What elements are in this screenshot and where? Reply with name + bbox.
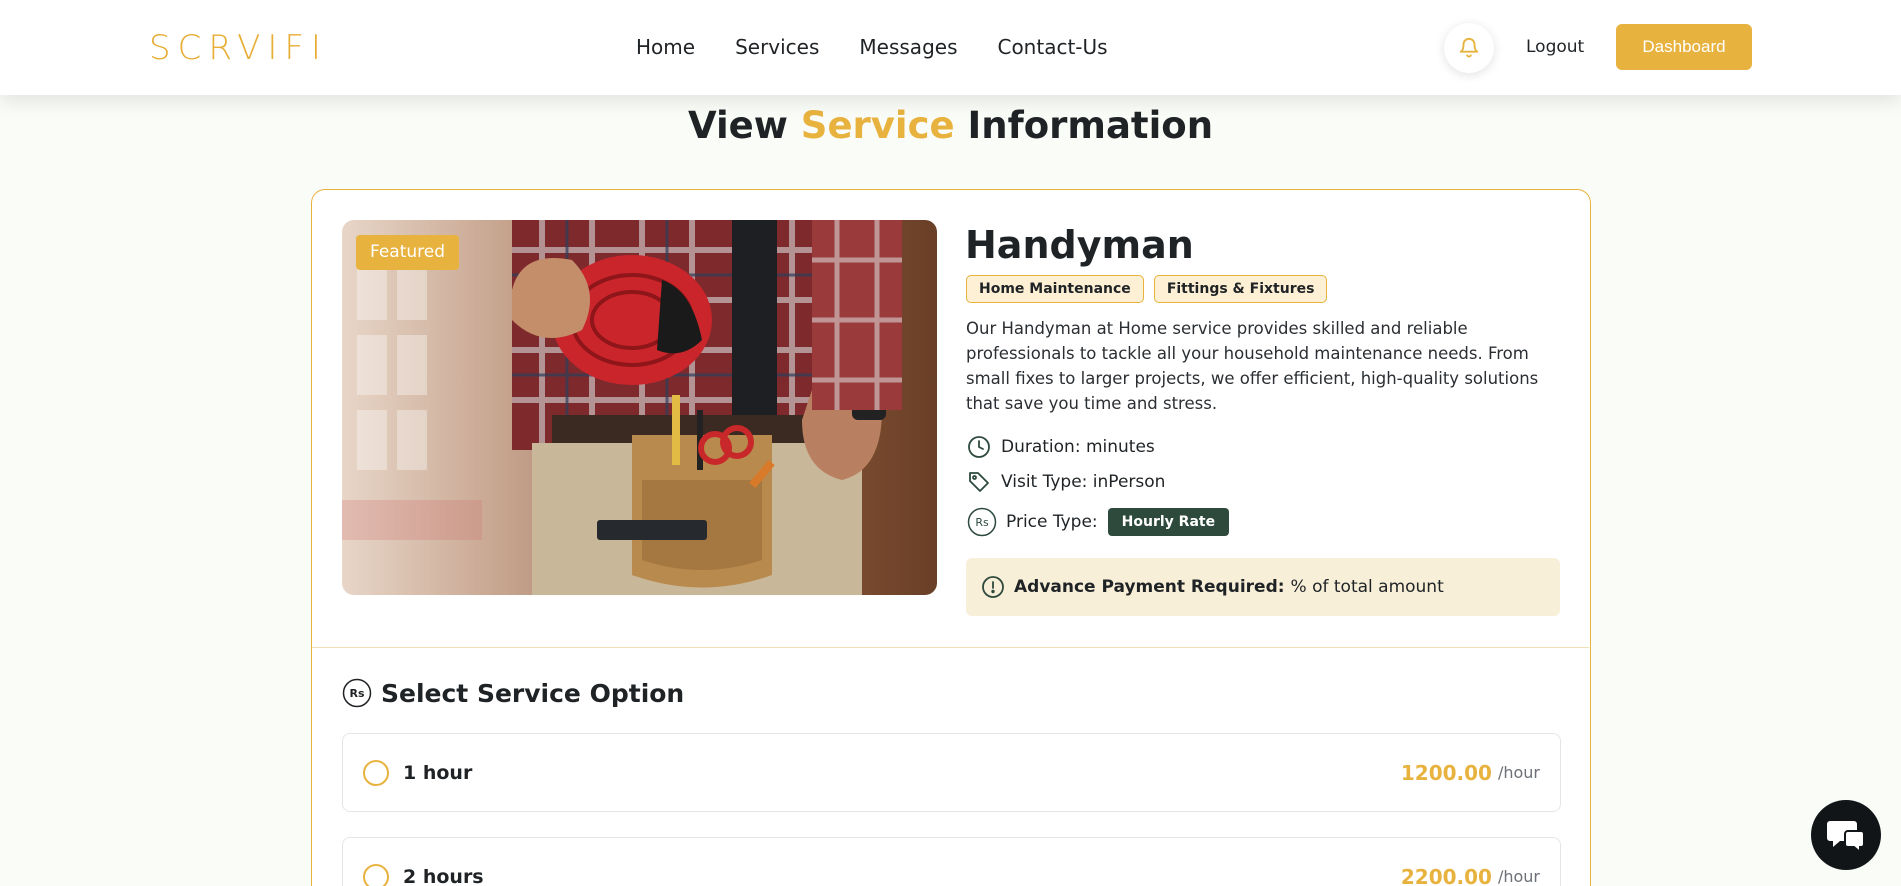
advance-payment-text: % of total amount (1290, 577, 1444, 597)
dashboard-button[interactable]: Dashboard (1616, 24, 1752, 70)
option-price: 1200.00 (1400, 760, 1492, 785)
clock-icon (966, 434, 992, 460)
notifications-button[interactable] (1444, 23, 1494, 73)
service-tags: Home Maintenance Fittings & Fixtures (966, 275, 1328, 303)
rupee-symbol: Rs (975, 516, 989, 529)
option-radio[interactable] (363, 863, 389, 886)
tag-home-maintenance: Home Maintenance (966, 275, 1144, 303)
price-type-row: Rs Price Type: Hourly Rate (966, 506, 1230, 537)
nav-services[interactable]: Services (735, 32, 819, 62)
logout-link[interactable]: Logout (1526, 35, 1584, 59)
page-title-accent: Service (800, 104, 955, 147)
alert-circle-icon (980, 574, 1006, 600)
page-title-prefix: View (687, 104, 788, 147)
option-radio[interactable] (363, 759, 389, 786)
options-heading-text: Select Service Option (381, 678, 685, 708)
chat-icon (1827, 821, 1865, 853)
rupee-symbol: Rs (349, 687, 364, 700)
duration-row: Duration: minutes (966, 434, 1155, 460)
bell-icon (1459, 38, 1479, 58)
option-unit: /hour (1497, 763, 1540, 782)
tag-icon (966, 469, 992, 495)
options-heading: Rs Select Service Option (342, 678, 684, 708)
service-option[interactable]: 2 hours 2200.00 /hour (342, 837, 1561, 886)
duration-text: Duration: minutes (1001, 437, 1155, 457)
logo[interactable]: SCRVIFI (149, 28, 328, 68)
tag-fittings-fixtures: Fittings & Fixtures (1153, 275, 1328, 303)
option-price: 2200.00 (1400, 864, 1492, 886)
advance-payment-alert: Advance Payment Required: % of total amo… (966, 558, 1560, 616)
service-image: Featured (342, 220, 937, 595)
advance-payment-label: Advance Payment Required: (1014, 577, 1285, 597)
top-header: SCRVIFI Home Services Messages Contact-U… (0, 0, 1901, 95)
main-nav: Home Services Messages Contact-Us (636, 32, 1108, 62)
nav-home[interactable]: Home (636, 32, 695, 62)
rupee-icon: Rs (342, 678, 372, 708)
handyman-photo (342, 220, 937, 595)
nav-messages[interactable]: Messages (859, 32, 957, 62)
service-description: Our Handyman at Home service provides sk… (966, 319, 1539, 413)
service-card: Featured Handyman Home Maintenance Fitti… (311, 189, 1591, 886)
option-label: 1 hour (403, 761, 473, 784)
visit-type-text: Visit Type: inPerson (1001, 472, 1166, 492)
option-unit: /hour (1497, 867, 1540, 886)
visit-type-row: Visit Type: inPerson (966, 469, 1165, 495)
page-title: View Service Information (0, 102, 1901, 150)
option-label: 2 hours (403, 865, 484, 886)
service-title: Handyman (965, 223, 1194, 267)
service-option[interactable]: 1 hour 1200.00 /hour (342, 733, 1561, 812)
rupee-icon: Rs (966, 506, 997, 537)
featured-badge: Featured (356, 235, 460, 270)
chat-button[interactable] (1811, 800, 1881, 870)
nav-contact-us[interactable]: Contact-Us (997, 32, 1107, 62)
price-type-label: Price Type: (1006, 511, 1098, 532)
price-type-badge: Hourly Rate (1107, 507, 1230, 536)
page-title-suffix: Information (967, 104, 1214, 147)
section-divider (312, 647, 1589, 648)
